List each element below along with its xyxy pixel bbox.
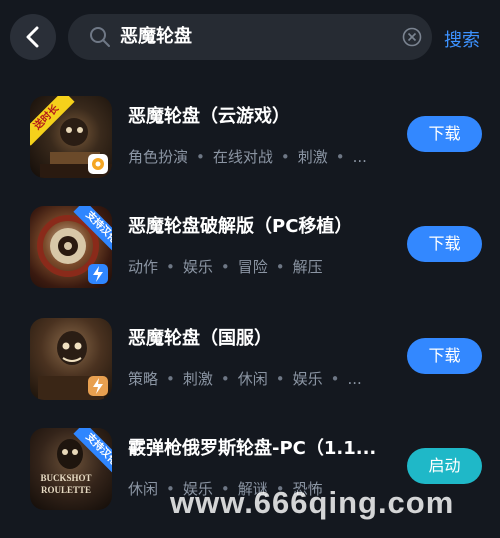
tag-separator: •: [166, 370, 175, 388]
search-query-text: 恶魔轮盘: [120, 26, 192, 47]
tag: 角色扮演: [128, 148, 189, 166]
game-thumbnail: 送时长: [30, 96, 112, 178]
launch-button[interactable]: 启动: [407, 448, 482, 484]
tag-separator: •: [196, 148, 205, 166]
tag: 动作: [128, 258, 159, 276]
tag: 休闲: [128, 480, 159, 498]
clear-icon[interactable]: [402, 27, 422, 47]
lightning-icon: [88, 376, 108, 396]
tag-separator: •: [275, 258, 285, 276]
list-item[interactable]: 支持汉化 恶魔轮盘破解版（PC移植） 动作 • 娱乐 • 冒险 • 解压 下载: [0, 206, 500, 316]
lightning-icon: [88, 264, 108, 284]
list-item[interactable]: BUCKSHOT ROULETTE 支持汉化 霰弹枪俄罗斯轮盘-PC（1.1..…: [0, 428, 500, 538]
tag-separator: •: [335, 148, 345, 166]
tag-separator: •: [166, 258, 175, 276]
tag-separator: •: [275, 370, 285, 388]
tag: 在线对战: [212, 148, 273, 166]
game-thumbnail: 支持汉化: [30, 206, 112, 288]
tag-separator: •: [220, 258, 230, 276]
download-button[interactable]: 下载: [407, 116, 482, 152]
game-thumbnail: BUCKSHOT ROULETTE 支持汉化: [30, 428, 112, 510]
tag: 策略: [128, 370, 159, 388]
chevron-left-icon: [26, 26, 39, 48]
game-title[interactable]: 霰弹枪俄罗斯轮盘-PC（1.1...: [128, 434, 398, 460]
search-input[interactable]: 恶魔轮盘: [68, 14, 432, 60]
tag: ...: [352, 148, 367, 166]
game-tags: 策略 • 刺激 • 休闲 • 娱乐 •...: [128, 368, 398, 389]
tag-separator: •: [280, 148, 290, 166]
game-tags: 动作 • 娱乐 • 冒险 • 解压: [128, 256, 398, 277]
search-button[interactable]: 搜索: [444, 26, 480, 52]
download-button[interactable]: 下载: [407, 338, 482, 374]
tag: 冒险: [237, 258, 268, 276]
list-item[interactable]: 恶魔轮盘（国服） 策略 • 刺激 • 休闲 • 娱乐 •... 下载: [0, 318, 500, 428]
tag-separator: •: [330, 370, 340, 388]
tag: 刺激: [297, 148, 328, 166]
download-button[interactable]: 下载: [407, 226, 482, 262]
watermark: www.666qing.com: [170, 485, 455, 520]
tag: 解压: [292, 258, 323, 276]
search-icon: [90, 27, 110, 47]
game-title[interactable]: 恶魔轮盘破解版（PC移植）: [128, 212, 398, 238]
list-item[interactable]: 送时长 恶魔轮盘（云游戏） 角色扮演 • 在线对战 • 刺激 •... 下载: [0, 96, 500, 206]
tag: ...: [347, 370, 362, 388]
tag: 刺激: [182, 370, 213, 388]
game-title[interactable]: 恶魔轮盘（国服）: [128, 324, 398, 350]
tag: 娱乐: [292, 370, 323, 388]
cloud-game-icon: [88, 154, 108, 174]
tag: 娱乐: [182, 258, 213, 276]
back-button[interactable]: [10, 14, 56, 60]
tag: 休闲: [237, 370, 268, 388]
top-bar: 恶魔轮盘 搜索: [0, 0, 500, 80]
game-thumbnail: [30, 318, 112, 400]
tag-separator: •: [220, 370, 230, 388]
game-title[interactable]: 恶魔轮盘（云游戏）: [128, 102, 398, 128]
game-logo-text: BUCKSHOT ROULETTE: [40, 473, 92, 495]
game-tags: 角色扮演 • 在线对战 • 刺激 •...: [128, 146, 398, 167]
